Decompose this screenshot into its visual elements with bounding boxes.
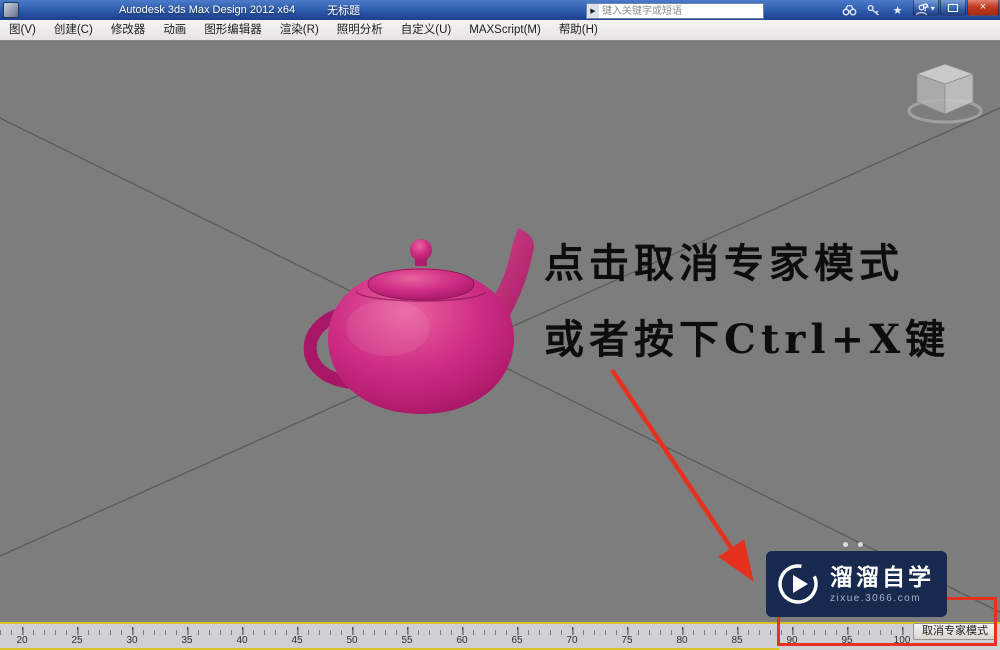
timeline-ruler[interactable]: 20 25 30 35 40 45 50 55 60 65 70 75 80 85 90 95 100 [0,622,1000,650]
timeline-label-75: 75 [621,635,633,646]
teapot-knob [410,239,432,261]
menu-item-3[interactable]: 修改器 [102,20,155,40]
timeline-label-25: 25 [71,635,83,646]
viewport[interactable]: 点击取消专家模式 或者按下Ctrl+X键 [0,41,1000,622]
menu-item-6[interactable]: 渲染(R) [271,20,328,40]
dot-1 [843,542,848,547]
menu-item-10[interactable]: 帮助(H) [550,20,607,40]
watermark-site: zixue.3066.com [830,592,922,604]
menu-item-2[interactable]: 创建(C) [45,20,102,40]
timeline-label-80: 80 [676,635,688,646]
app-icon[interactable] [3,2,19,18]
timeline-label-85: 85 [731,635,743,646]
timeline-label-60: 60 [456,635,468,646]
minimize-button[interactable]: – [913,0,939,16]
watermark-brand: 溜溜自学 [830,564,934,591]
watermark-logo-icon [778,564,818,604]
timeline-label-90: 90 [786,635,798,646]
timeline-label-70: 70 [566,635,578,646]
app-title: Autodesk 3ds Max Design 2012 x64 [119,4,296,16]
timeline-label-65: 65 [511,635,523,646]
menu-bar: 图(V) 创建(C) 修改器 动画 图形编辑器 渲染(R) 照明分析 自定义(U) MAXScr… [0,20,1000,41]
dot-2 [858,542,863,547]
maximize-button[interactable] [940,0,966,16]
viewcube-icon[interactable] [905,56,987,128]
timeline-label-95: 95 [841,635,853,646]
menu-item-9[interactable]: MAXScript(M) [460,20,550,40]
timeline-label-35: 35 [181,635,193,646]
search-go-icon[interactable]: ▶ [587,4,599,18]
timeline-label-40: 40 [236,635,248,646]
menu-item-5[interactable]: 图形编辑器 [195,20,271,40]
document-title: 无标题 [327,5,361,17]
teapot-lid [367,268,475,301]
star-icon[interactable]: ★ [890,4,905,17]
menu-item-7[interactable]: 照明分析 [328,20,392,40]
search-input[interactable] [599,5,763,17]
timeline-label-50: 50 [346,635,358,646]
annotation-line2: 或者按下Ctrl+X键 [544,316,951,363]
timeline-label-30: 30 [126,635,138,646]
expert-mode-button[interactable]: 取消专家模式 [913,623,997,640]
close-button[interactable]: × [967,0,999,16]
window-buttons: – × [912,0,999,16]
timeline-label-20: 20 [16,635,28,646]
timeline-label-100: 100 [893,635,911,646]
title-bar: Autodesk 3ds Max Design 2012 x64 无标题 ▶ ★ [0,0,1000,20]
timeline-label-55: 55 [401,635,413,646]
watermark: 溜溜自学 zixue.3066.com [766,551,947,617]
timeline-label-45: 45 [291,635,303,646]
binoculars-icon[interactable] [842,4,857,17]
menu-item-1[interactable]: 图(V) [0,20,45,40]
key-icon[interactable] [866,4,881,17]
annotation-line1: 点击取消专家模式 [544,240,904,287]
menu-item-4[interactable]: 动画 [154,20,195,40]
search-box: ▶ [586,3,764,19]
maximize-icon [948,3,958,12]
teapot[interactable] [296,216,546,436]
bottom-bar: 20 25 30 35 40 45 50 55 60 65 70 75 80 85 90 95 100 取消专家… [0,622,1000,650]
menu-item-8[interactable]: 自定义(U) [392,20,460,40]
